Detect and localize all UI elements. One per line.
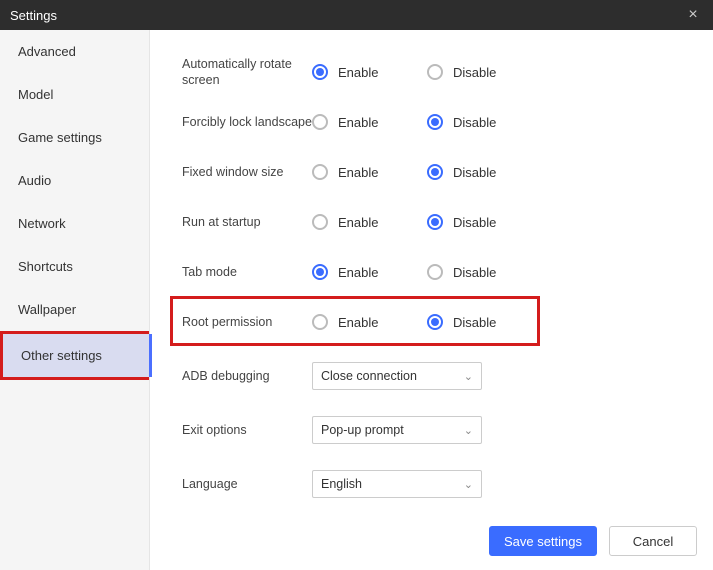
radio-text: Enable xyxy=(338,315,378,330)
button-label: Save settings xyxy=(504,534,582,549)
footer-buttons: Save settings Cancel xyxy=(489,526,697,556)
radio-icon xyxy=(312,314,328,330)
window-title: Settings xyxy=(10,8,683,23)
row-label: ADB debugging xyxy=(182,368,312,384)
sidebar-item-label: Wallpaper xyxy=(18,302,76,317)
row-adb-debugging: ADB debugging Close connection ⌄ xyxy=(182,354,703,398)
sidebar-item-label: Network xyxy=(18,216,66,231)
radio-icon xyxy=(427,164,443,180)
radio-text: Disable xyxy=(453,315,496,330)
cancel-button[interactable]: Cancel xyxy=(609,526,697,556)
sidebar-item-network[interactable]: Network xyxy=(0,202,149,245)
radio-text: Enable xyxy=(338,65,378,80)
radio-icon xyxy=(312,264,328,280)
select-value: English xyxy=(321,477,362,491)
sidebar-item-label: Other settings xyxy=(21,348,102,363)
radio-icon xyxy=(312,64,328,80)
radio-text: Enable xyxy=(338,215,378,230)
row-label: Language xyxy=(182,476,312,492)
language-select[interactable]: English ⌄ xyxy=(312,470,482,498)
save-button[interactable]: Save settings xyxy=(489,526,597,556)
row-label: Tab mode xyxy=(182,264,312,280)
row-language: Language English ⌄ xyxy=(182,462,703,506)
sidebar-item-label: Shortcuts xyxy=(18,259,73,274)
adb-select[interactable]: Close connection ⌄ xyxy=(312,362,482,390)
row-run-startup: Run at startup Enable Disable xyxy=(182,200,703,244)
radio-icon xyxy=(312,164,328,180)
radio-enable[interactable]: Enable xyxy=(312,264,427,280)
radio-text: Disable xyxy=(453,215,496,230)
row-label: Forcibly lock landscape xyxy=(182,114,312,130)
radio-disable[interactable]: Disable xyxy=(427,214,542,230)
radio-group: Enable Disable xyxy=(312,114,542,130)
radio-icon xyxy=(427,214,443,230)
row-auto-rotate: Automatically rotate screen Enable Disab… xyxy=(182,50,703,94)
radio-group: Enable Disable xyxy=(312,214,542,230)
sidebar: Advanced Model Game settings Audio Netwo… xyxy=(0,30,150,570)
sidebar-item-label: Model xyxy=(18,87,53,102)
radio-text: Enable xyxy=(338,165,378,180)
radio-text: Enable xyxy=(338,115,378,130)
sidebar-item-advanced[interactable]: Advanced xyxy=(0,30,149,73)
radio-enable[interactable]: Enable xyxy=(312,164,427,180)
row-label: Automatically rotate screen xyxy=(182,56,312,89)
row-root-permission: Root permission Enable Disable xyxy=(182,300,703,344)
radio-icon xyxy=(427,114,443,130)
radio-icon xyxy=(427,314,443,330)
row-label: Run at startup xyxy=(182,214,312,230)
radio-enable[interactable]: Enable xyxy=(312,64,427,80)
row-label: Root permission xyxy=(182,314,312,330)
select-value: Pop-up prompt xyxy=(321,423,404,437)
row-label: Fixed window size xyxy=(182,164,312,180)
titlebar: Settings × xyxy=(0,0,713,30)
radio-enable[interactable]: Enable xyxy=(312,214,427,230)
chevron-down-icon: ⌄ xyxy=(464,424,473,437)
row-lock-landscape: Forcibly lock landscape Enable Disable xyxy=(182,100,703,144)
sidebar-item-label: Audio xyxy=(18,173,51,188)
radio-text: Disable xyxy=(453,265,496,280)
radio-enable[interactable]: Enable xyxy=(312,314,427,330)
radio-disable[interactable]: Disable xyxy=(427,264,542,280)
radio-disable[interactable]: Disable xyxy=(427,314,542,330)
radio-text: Enable xyxy=(338,265,378,280)
sidebar-item-label: Advanced xyxy=(18,44,76,59)
chevron-down-icon: ⌄ xyxy=(464,478,473,491)
radio-group: Enable Disable xyxy=(312,264,542,280)
radio-disable[interactable]: Disable xyxy=(427,64,542,80)
sidebar-item-game-settings[interactable]: Game settings xyxy=(0,116,149,159)
sidebar-item-model[interactable]: Model xyxy=(0,73,149,116)
radio-icon xyxy=(427,64,443,80)
radio-text: Disable xyxy=(453,165,496,180)
button-label: Cancel xyxy=(633,534,673,549)
main-area: Advanced Model Game settings Audio Netwo… xyxy=(0,30,713,570)
sidebar-item-wallpaper[interactable]: Wallpaper xyxy=(0,288,149,331)
radio-enable[interactable]: Enable xyxy=(312,114,427,130)
radio-group: Enable Disable xyxy=(312,64,542,80)
radio-disable[interactable]: Disable xyxy=(427,114,542,130)
sidebar-item-shortcuts[interactable]: Shortcuts xyxy=(0,245,149,288)
radio-icon xyxy=(427,264,443,280)
close-icon[interactable]: × xyxy=(683,6,703,24)
radio-disable[interactable]: Disable xyxy=(427,164,542,180)
sidebar-item-label: Game settings xyxy=(18,130,102,145)
row-exit-options: Exit options Pop-up prompt ⌄ xyxy=(182,408,703,452)
sidebar-item-audio[interactable]: Audio xyxy=(0,159,149,202)
row-label: Exit options xyxy=(182,422,312,438)
row-tab-mode: Tab mode Enable Disable xyxy=(182,250,703,294)
radio-icon xyxy=(312,214,328,230)
radio-text: Disable xyxy=(453,115,496,130)
exit-select[interactable]: Pop-up prompt ⌄ xyxy=(312,416,482,444)
radio-text: Disable xyxy=(453,65,496,80)
radio-group: Enable Disable xyxy=(312,164,542,180)
select-value: Close connection xyxy=(321,369,417,383)
radio-group: Enable Disable xyxy=(312,314,542,330)
radio-icon xyxy=(312,114,328,130)
row-fixed-window: Fixed window size Enable Disable xyxy=(182,150,703,194)
sidebar-item-other-settings[interactable]: Other settings xyxy=(0,331,149,380)
chevron-down-icon: ⌄ xyxy=(464,370,473,383)
content-panel: Automatically rotate screen Enable Disab… xyxy=(150,30,713,570)
